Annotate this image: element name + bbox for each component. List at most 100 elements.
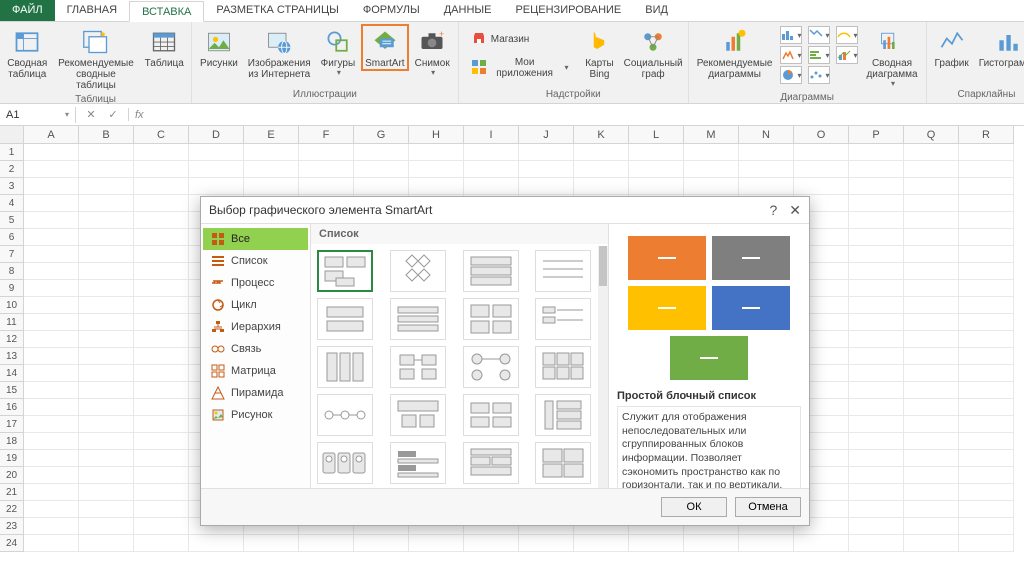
cell[interactable]: [409, 161, 464, 178]
gallery-thumb[interactable]: [317, 250, 373, 292]
cell[interactable]: [79, 433, 134, 450]
gallery-thumb[interactable]: [535, 442, 591, 484]
dialog-help-button[interactable]: ?: [769, 203, 777, 217]
cell[interactable]: [134, 212, 189, 229]
cell[interactable]: [134, 416, 189, 433]
cell[interactable]: [904, 280, 959, 297]
cell[interactable]: [409, 535, 464, 552]
row-header[interactable]: 20: [0, 467, 24, 484]
row-header[interactable]: 16: [0, 399, 24, 416]
cell[interactable]: [959, 229, 1014, 246]
cell[interactable]: [959, 399, 1014, 416]
enter-formula-button[interactable]: ✓: [104, 108, 122, 121]
online-pictures-button[interactable]: Изображения из Интернета: [244, 24, 315, 82]
cell[interactable]: [904, 263, 959, 280]
column-header[interactable]: I: [464, 126, 519, 144]
cell[interactable]: [24, 195, 79, 212]
chart-combo-button[interactable]: ▾: [808, 66, 830, 84]
cell[interactable]: [189, 161, 244, 178]
gallery-thumb[interactable]: [463, 298, 519, 340]
column-header[interactable]: K: [574, 126, 629, 144]
cell[interactable]: [629, 178, 684, 195]
cell[interactable]: [904, 161, 959, 178]
cell[interactable]: [684, 178, 739, 195]
cell[interactable]: [849, 314, 904, 331]
cell[interactable]: [849, 535, 904, 552]
cell[interactable]: [849, 450, 904, 467]
cell[interactable]: [134, 450, 189, 467]
column-header[interactable]: E: [244, 126, 299, 144]
cell[interactable]: [574, 161, 629, 178]
cell[interactable]: [464, 535, 519, 552]
cell[interactable]: [244, 178, 299, 195]
shapes-button[interactable]: Фигуры▾: [317, 24, 359, 80]
cell[interactable]: [189, 144, 244, 161]
cell[interactable]: [79, 518, 134, 535]
cell[interactable]: [299, 161, 354, 178]
cell[interactable]: [794, 178, 849, 195]
gallery-thumb[interactable]: [390, 394, 446, 436]
cell[interactable]: [134, 246, 189, 263]
cell[interactable]: [79, 297, 134, 314]
sidebar-item-Список[interactable]: Список: [203, 250, 308, 272]
tab-home[interactable]: ГЛАВНАЯ: [55, 0, 129, 21]
cell[interactable]: [519, 535, 574, 552]
cell[interactable]: [134, 433, 189, 450]
row-header[interactable]: 14: [0, 365, 24, 382]
cell[interactable]: [904, 314, 959, 331]
column-header[interactable]: A: [24, 126, 79, 144]
row-header[interactable]: 23: [0, 518, 24, 535]
cell[interactable]: [24, 314, 79, 331]
cell[interactable]: [79, 195, 134, 212]
cell[interactable]: [959, 467, 1014, 484]
cell[interactable]: [409, 178, 464, 195]
cell[interactable]: [134, 535, 189, 552]
cell[interactable]: [849, 229, 904, 246]
cell[interactable]: [79, 382, 134, 399]
cell[interactable]: [959, 365, 1014, 382]
cell[interactable]: [24, 246, 79, 263]
cell[interactable]: [24, 535, 79, 552]
column-header[interactable]: C: [134, 126, 189, 144]
cell[interactable]: [849, 518, 904, 535]
chart-bar-button[interactable]: ▾: [808, 26, 830, 44]
cell[interactable]: [849, 161, 904, 178]
gallery-thumb[interactable]: [463, 346, 519, 388]
cell[interactable]: [354, 161, 409, 178]
column-header[interactable]: P: [849, 126, 904, 144]
cell[interactable]: [79, 450, 134, 467]
chart-radar-button[interactable]: ▾: [836, 46, 858, 64]
row-header[interactable]: 11: [0, 314, 24, 331]
cell[interactable]: [189, 535, 244, 552]
tab-review[interactable]: РЕЦЕНЗИРОВАНИЕ: [503, 0, 633, 21]
cell[interactable]: [24, 416, 79, 433]
gallery-thumb[interactable]: [317, 442, 373, 484]
cell[interactable]: [519, 178, 574, 195]
cell[interactable]: [629, 161, 684, 178]
cell[interactable]: [904, 246, 959, 263]
sidebar-item-Рисунок[interactable]: Рисунок: [203, 404, 308, 426]
cell[interactable]: [79, 314, 134, 331]
cell[interactable]: [739, 144, 794, 161]
column-header[interactable]: H: [409, 126, 464, 144]
column-header[interactable]: F: [299, 126, 354, 144]
ok-button[interactable]: ОК: [661, 497, 727, 517]
cell[interactable]: [739, 178, 794, 195]
cell[interactable]: [849, 501, 904, 518]
cell[interactable]: [904, 433, 959, 450]
cell[interactable]: [134, 518, 189, 535]
cell[interactable]: [134, 348, 189, 365]
tab-pagelayout[interactable]: РАЗМЕТКА СТРАНИЦЫ: [204, 0, 350, 21]
cell[interactable]: [794, 144, 849, 161]
cell[interactable]: [959, 416, 1014, 433]
cell[interactable]: [904, 348, 959, 365]
cell[interactable]: [959, 450, 1014, 467]
gallery-thumb[interactable]: [463, 394, 519, 436]
cell[interactable]: [849, 246, 904, 263]
gallery-thumb[interactable]: [390, 442, 446, 484]
social-graph-button[interactable]: Социальный граф: [622, 24, 683, 82]
cell[interactable]: [959, 518, 1014, 535]
row-header[interactable]: 4: [0, 195, 24, 212]
cell[interactable]: [354, 535, 409, 552]
gallery-scrollbar[interactable]: [598, 246, 608, 488]
